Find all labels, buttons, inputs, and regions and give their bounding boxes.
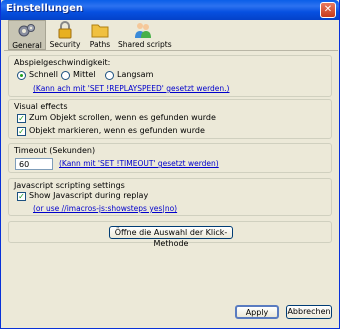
settings-window: Einstellungen ✕ General Security Paths S… <box>0 0 340 329</box>
timeout-input[interactable]: 60 <box>15 158 53 170</box>
radio-langsam[interactable] <box>105 71 114 80</box>
cancel-button[interactable]: Abbrechen <box>286 305 332 319</box>
tab-general[interactable]: General <box>8 20 46 50</box>
gears-icon <box>18 24 35 37</box>
title-bar: Einstellungen ✕ <box>1 0 339 20</box>
tab-paths-label: Paths <box>89 40 111 49</box>
speed-group: Abspielgeschwindigkeit: Schnell Mittel L… <box>8 55 332 97</box>
tab-security[interactable]: Security <box>48 20 82 50</box>
tab-paths[interactable]: Paths <box>86 20 114 50</box>
javascript-group: Javascript scripting settings ✓ Show Jav… <box>8 178 332 216</box>
timeout-label: Timeout (Sekunden) <box>14 146 96 155</box>
radio-langsam-label: Langsam <box>117 70 154 79</box>
settings-toolbar: General Security Paths Shared scripts <box>4 20 338 50</box>
radio-schnell-label: Schnell <box>29 70 58 79</box>
show-javascript-label: Show Javascript during replay <box>29 191 149 200</box>
users-icon <box>135 23 151 38</box>
click-method-group: Öffne die Auswahl der Klick-Methode <box>8 221 332 248</box>
scroll-to-object-label: Zum Objekt scrollen, wenn es gefunden wu… <box>29 113 216 122</box>
close-button[interactable]: ✕ <box>320 2 336 18</box>
radio-mittel[interactable] <box>61 71 70 80</box>
visual-effects-label: Visual effects <box>14 102 68 111</box>
tab-shared-scripts-label: Shared scripts <box>118 40 172 49</box>
folder-icon <box>91 24 109 38</box>
tab-general-label: General <box>12 41 42 50</box>
lock-icon <box>58 21 72 39</box>
radio-schnell[interactable] <box>17 71 26 80</box>
apply-button[interactable]: Apply <box>235 305 279 319</box>
speed-label: Abspielgeschwindigkeit: <box>14 58 111 67</box>
click-method-button[interactable]: Öffne die Auswahl der Klick-Methode <box>109 226 233 248</box>
radio-mittel-label: Mittel <box>73 70 96 79</box>
tab-shared-scripts[interactable]: Shared scripts <box>118 20 172 50</box>
showsteps-link[interactable]: (or use //imacros-js:showsteps yes|no) <box>33 204 177 213</box>
javascript-label: Javascript scripting settings <box>14 181 125 190</box>
timeout-group: Timeout (Sekunden) 60 (Kann mit 'SET !TI… <box>8 143 332 173</box>
show-javascript-checkbox[interactable]: ✓ <box>17 192 26 201</box>
mark-object-label: Objekt markieren, wenn es gefunden wurde <box>29 126 205 135</box>
mark-object-checkbox[interactable]: ✓ <box>17 127 26 136</box>
visual-effects-group: Visual effects ✓ Zum Objekt scrollen, we… <box>8 99 332 139</box>
window-title: Einstellungen <box>6 3 84 14</box>
replayspeed-link[interactable]: (Kann ach mit 'SET !REPLAYSPEED' gesetzt… <box>33 84 229 93</box>
tab-security-label: Security <box>49 40 81 49</box>
toolbar-separator <box>4 50 338 51</box>
scroll-to-object-checkbox[interactable]: ✓ <box>17 114 26 123</box>
timeout-link[interactable]: (Kann mit 'SET !TIMEOUT' gesetzt werden) <box>59 159 219 168</box>
